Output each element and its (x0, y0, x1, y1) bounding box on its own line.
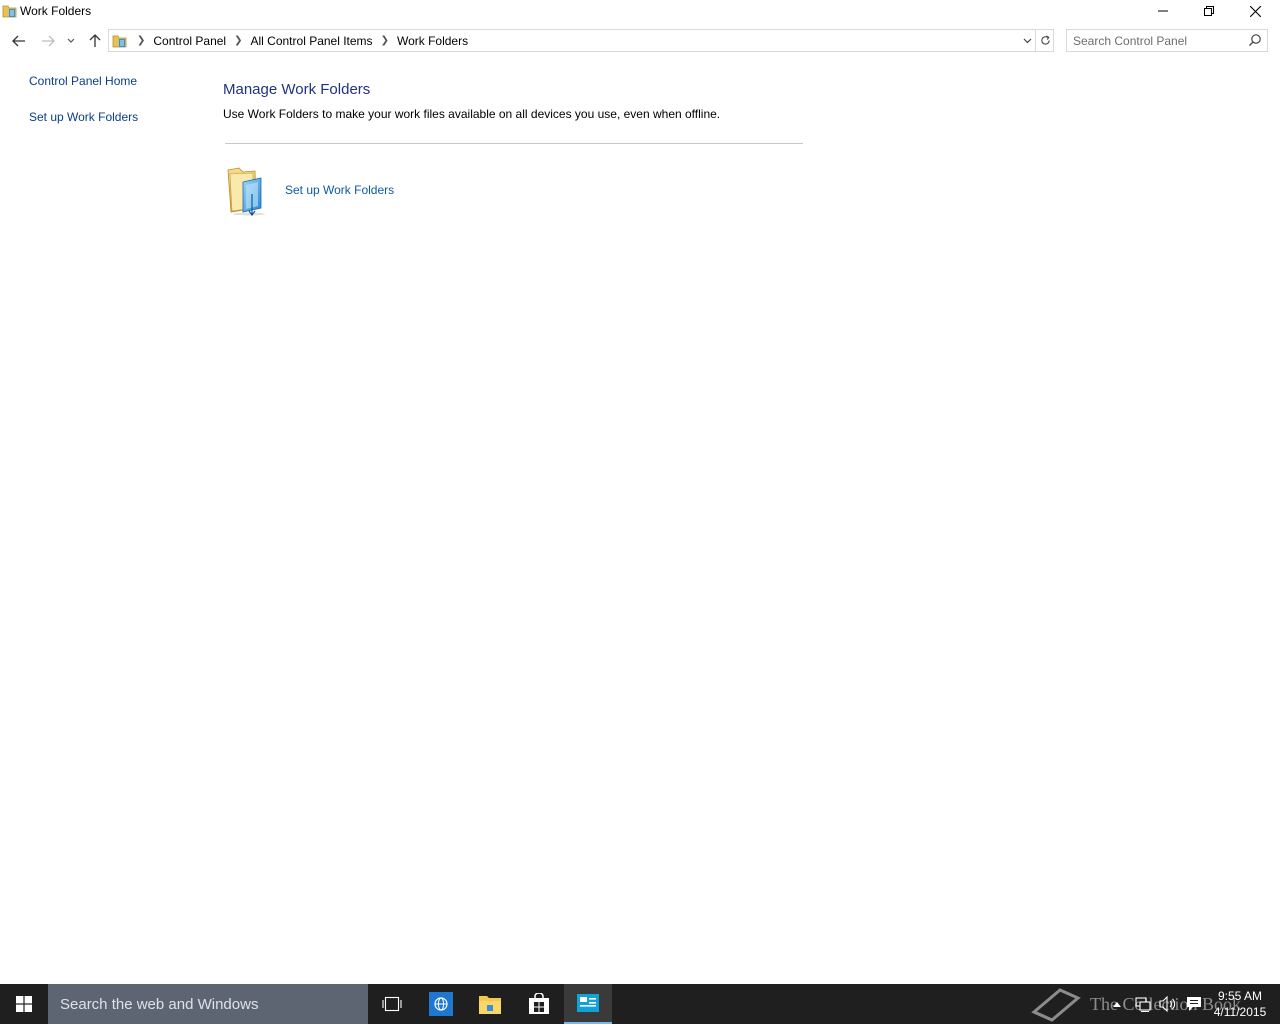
file-explorer-icon (479, 996, 501, 1014)
forward-button[interactable] (37, 28, 59, 54)
clock-time: 9:55 AM (1217, 989, 1263, 1003)
minimize-button[interactable] (1140, 0, 1186, 22)
page-description: Use Work Folders to make your work files… (223, 107, 721, 121)
chevron-up-icon (1113, 1002, 1121, 1007)
refresh-button[interactable] (1035, 30, 1055, 51)
minimize-icon (1158, 10, 1168, 12)
taskbar-search-input[interactable] (60, 994, 350, 1014)
forward-arrow-icon (42, 35, 55, 47)
action-center-button[interactable] (1182, 984, 1206, 1024)
chevron-right-icon[interactable]: ❯ (234, 35, 242, 46)
task-view-icon (382, 996, 402, 1012)
restore-button[interactable] (1186, 0, 1232, 22)
show-hidden-icons-button[interactable] (1108, 984, 1126, 1024)
action-center-icon (1187, 997, 1201, 1011)
set-up-work-folders-link[interactable]: Set up Work Folders (285, 183, 394, 197)
search-icon[interactable] (1248, 33, 1262, 47)
task-view-button[interactable] (368, 984, 416, 1024)
book-logo-icon (1031, 988, 1081, 1022)
taskbar-clock[interactable]: 9:55 AM 4/11/2015 (1208, 988, 1272, 1020)
address-history-button[interactable] (1017, 30, 1037, 51)
refresh-icon (1041, 35, 1050, 45)
close-button[interactable] (1232, 0, 1278, 22)
search-input[interactable] (1073, 32, 1243, 49)
back-arrow-icon (12, 35, 25, 47)
up-button[interactable] (84, 28, 106, 54)
window-title: Work Folders (20, 4, 92, 18)
breadcrumb-all-control-panel-items[interactable]: All Control Panel Items (251, 34, 373, 48)
network-button[interactable] (1132, 984, 1154, 1024)
title-bar: Work Folders (0, 0, 1280, 22)
divider (225, 143, 803, 144)
set-up-work-folders-task[interactable]: Set up Work Folders (225, 164, 625, 216)
internet-explorer-icon (429, 992, 453, 1016)
control-panel-window: Work Folders ❯ Control Panel ❯ All Contr… (0, 0, 1280, 984)
taskbar: The Collection Book 9:55 AM 4/11/2015 (0, 984, 1280, 1024)
up-arrow-icon (89, 34, 101, 47)
chevron-down-icon (67, 38, 75, 43)
control-panel-home-link[interactable]: Control Panel Home (29, 74, 137, 88)
chevron-right-icon[interactable]: ❯ (381, 35, 389, 46)
taskbar-store-button[interactable] (515, 984, 563, 1024)
volume-button[interactable] (1156, 984, 1180, 1024)
volume-icon (1159, 996, 1176, 1012)
windows-logo-icon (16, 996, 32, 1012)
taskbar-control-panel-button[interactable] (564, 984, 612, 1024)
chevron-right-icon[interactable]: ❯ (137, 35, 145, 46)
page-title: Manage Work Folders (223, 81, 371, 98)
restore-icon (1204, 6, 1214, 16)
navigation-bar: ❯ Control Panel ❯ All Control Panel Item… (0, 28, 1280, 54)
network-icon (1135, 997, 1151, 1012)
recent-locations-button[interactable] (63, 28, 79, 54)
start-button[interactable] (0, 984, 48, 1024)
taskbar-browser-button[interactable] (417, 984, 465, 1024)
breadcrumb: ❯ Control Panel ❯ All Control Panel Item… (133, 30, 468, 51)
work-folders-location-icon (112, 35, 127, 48)
clock-date: 4/11/2015 (1213, 1005, 1267, 1019)
control-panel-icon (577, 994, 599, 1012)
work-folders-app-icon (2, 5, 17, 18)
taskbar-file-explorer-button[interactable] (466, 984, 514, 1024)
close-icon (1249, 5, 1261, 17)
breadcrumb-control-panel[interactable]: Control Panel (153, 34, 226, 48)
set-up-work-folders-side-link[interactable]: Set up Work Folders (29, 110, 138, 124)
store-icon (529, 993, 549, 1014)
address-bar[interactable]: ❯ Control Panel ❯ All Control Panel Item… (108, 29, 1054, 52)
work-folders-large-icon[interactable] (225, 164, 273, 216)
chevron-down-icon (1023, 38, 1031, 43)
taskbar-search-box[interactable] (48, 984, 368, 1024)
search-box[interactable] (1066, 29, 1268, 52)
breadcrumb-work-folders[interactable]: Work Folders (397, 34, 468, 48)
back-button[interactable] (8, 28, 30, 54)
